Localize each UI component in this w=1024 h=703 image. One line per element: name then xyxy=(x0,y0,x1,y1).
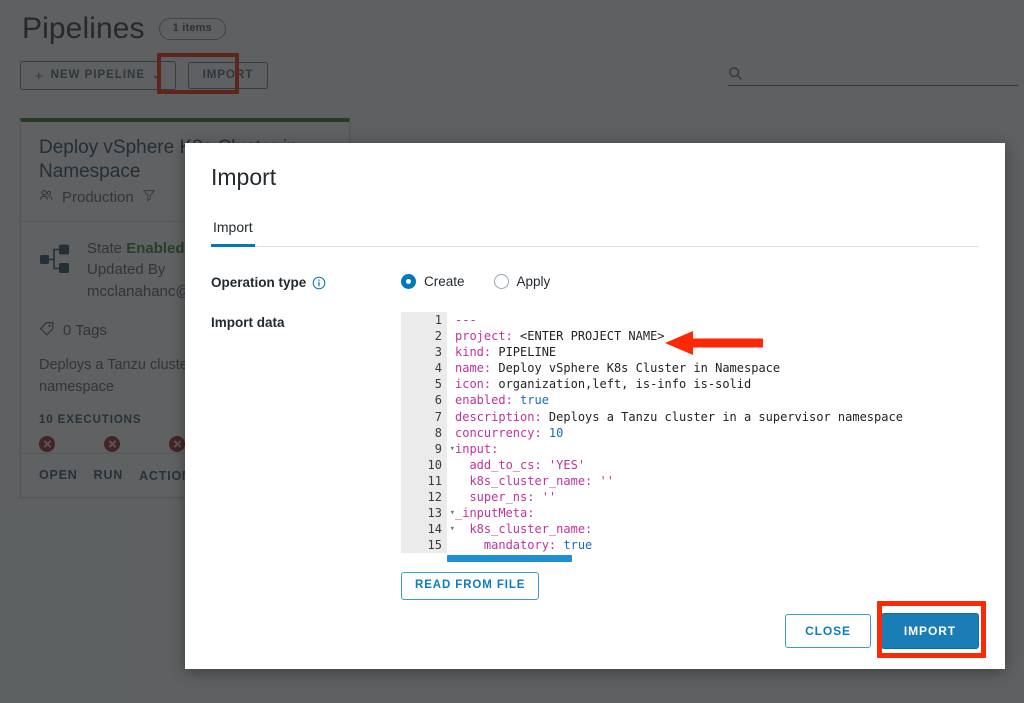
code-token: organization,left, is-info is-solid xyxy=(498,377,752,392)
code-text: description: Deploys a Tanzu cluster in … xyxy=(447,409,903,425)
code-token: enabled: xyxy=(455,393,521,408)
line-number: 14 ▾ xyxy=(401,521,455,538)
code-token: --- xyxy=(455,313,477,327)
editor-horizontal-scrollbar[interactable] xyxy=(447,555,572,563)
code-token: concurrency: xyxy=(455,425,549,440)
code-line: 4 name: Deploy vSphere K8s Cluster in Nam… xyxy=(401,360,983,377)
radio-apply-mark xyxy=(493,274,509,289)
code-token: kind: xyxy=(455,345,499,360)
code-text: add_to_cs: 'YES' xyxy=(447,457,585,473)
code-token: project: xyxy=(455,329,521,344)
read-from-file-wrap: READ FROM FILE xyxy=(401,572,983,600)
radio-create[interactable]: Create xyxy=(401,274,465,289)
code-token: '' xyxy=(599,473,614,488)
code-text: concurrency: 10 xyxy=(447,425,563,441)
code-line: 1 --- xyxy=(401,312,983,329)
read-from-file-button[interactable]: READ FROM FILE xyxy=(401,572,540,600)
line-number: 2 xyxy=(401,328,447,345)
code-line: 9 ▾ input: xyxy=(401,440,983,457)
code-token: true xyxy=(520,393,549,408)
code-token: description: xyxy=(455,409,549,424)
line-number: 8 xyxy=(401,424,447,441)
code-line: 8 concurrency: 10 xyxy=(401,424,983,441)
code-token: PIPELINE xyxy=(498,345,557,360)
code-line: 12 super_ns: '' xyxy=(401,489,983,506)
code-token: k8s_cluster_name: xyxy=(455,522,593,537)
line-number: 10 xyxy=(401,456,447,473)
code-token: k8s_cluster_name: xyxy=(455,473,600,488)
operation-type-label: Operation type xyxy=(211,275,307,290)
modal-footer: CLOSE IMPORT xyxy=(785,613,979,649)
fold-toggle-icon[interactable]: ▾ xyxy=(450,441,455,457)
code-text: project: <ENTER PROJECT NAME> xyxy=(447,328,665,344)
code-token: _inputMeta: xyxy=(455,506,535,521)
line-number: 1 xyxy=(401,312,447,329)
line-number: 11 xyxy=(401,472,447,490)
code-text: k8s_cluster_name: '' xyxy=(447,473,614,489)
code-text: name: Deploy vSphere K8s Cluster in Name… xyxy=(447,360,780,376)
code-text: super_ns: '' xyxy=(447,489,556,505)
import-data-row: Import data 1 --- 2 project: <ENTER PROJECT… xyxy=(185,312,1005,600)
line-number: 5 xyxy=(401,376,447,393)
code-token: icon: xyxy=(455,377,499,392)
line-number: 13 ▾ xyxy=(401,505,455,522)
import-submit-button[interactable]: IMPORT xyxy=(880,613,979,649)
code-text: --- xyxy=(447,312,477,328)
code-token: name: xyxy=(455,361,499,376)
code-token: '' xyxy=(541,490,557,505)
code-line: 5 icon: organization,left, is-info is-sol… xyxy=(401,376,983,393)
code-line: 13 ▾ _inputMeta: xyxy=(401,505,983,522)
import-data-label: Import data xyxy=(211,315,285,330)
code-line: 11 k8s_cluster_name: '' xyxy=(401,472,983,490)
code-text: kind: PIPELINE xyxy=(447,344,556,360)
code-token: mandatory: xyxy=(455,538,564,553)
code-line: 15 mandatory: true xyxy=(401,537,983,554)
line-number: 4 xyxy=(401,360,447,377)
code-line: 7 description: Deploys a Tanzu cluster in… xyxy=(401,408,983,425)
code-line: 14 ▾ k8s_cluster_name: xyxy=(401,521,983,538)
line-number: 12 xyxy=(401,489,447,506)
modal-tabs: Import xyxy=(211,215,979,247)
line-number: 3 xyxy=(401,344,447,361)
radio-create-label: Create xyxy=(424,274,465,289)
code-token: input: xyxy=(455,441,499,456)
operation-type-label-group: Operation type xyxy=(211,274,401,290)
code-token: 10 xyxy=(548,425,564,440)
operation-type-radio-group: Create Apply xyxy=(401,274,979,289)
code-token: <ENTER PROJECT NAME> xyxy=(520,329,665,344)
fold-toggle-icon[interactable]: ▾ xyxy=(450,521,455,537)
line-number: 6 xyxy=(401,392,447,409)
code-token: 'YES' xyxy=(548,457,586,472)
code-token: true xyxy=(563,538,593,553)
tab-import[interactable]: Import xyxy=(211,215,255,247)
code-text: mandatory: true xyxy=(447,537,592,553)
code-line: 10 add_to_cs: 'YES' xyxy=(401,456,983,473)
fold-toggle-icon[interactable]: ▾ xyxy=(450,505,455,521)
code-text: enabled: true xyxy=(447,392,549,408)
line-number: 15 xyxy=(401,537,447,554)
line-number: 9 ▾ xyxy=(401,440,455,457)
radio-create-mark xyxy=(401,274,416,289)
line-number: 7 xyxy=(401,408,447,425)
code-token: add_to_cs: xyxy=(455,457,549,472)
code-token: super_ns: xyxy=(455,490,542,505)
code-text: icon: organization,left, is-info is-soli… xyxy=(447,376,751,392)
radio-apply-label: Apply xyxy=(516,274,551,289)
info-circle-icon[interactable] xyxy=(312,276,326,290)
red-arrow-annotation xyxy=(665,330,763,356)
code-token: Deploys a Tanzu cluster in a supervisor … xyxy=(548,409,903,424)
close-button[interactable]: CLOSE xyxy=(785,614,871,648)
import-modal: Import Import Operation type Create Appl… xyxy=(185,143,1005,669)
modal-title: Import xyxy=(211,164,277,190)
radio-apply[interactable]: Apply xyxy=(493,274,551,289)
code-text: _inputMeta: xyxy=(447,505,534,521)
code-token: Deploy vSphere K8s Cluster in Namespace xyxy=(498,361,781,376)
operation-type-field: Create Apply xyxy=(401,274,979,290)
code-line: 6 enabled: true xyxy=(401,392,983,409)
operation-type-row: Operation type Create Apply xyxy=(185,274,1005,290)
code-text: k8s_cluster_name: xyxy=(447,521,592,537)
